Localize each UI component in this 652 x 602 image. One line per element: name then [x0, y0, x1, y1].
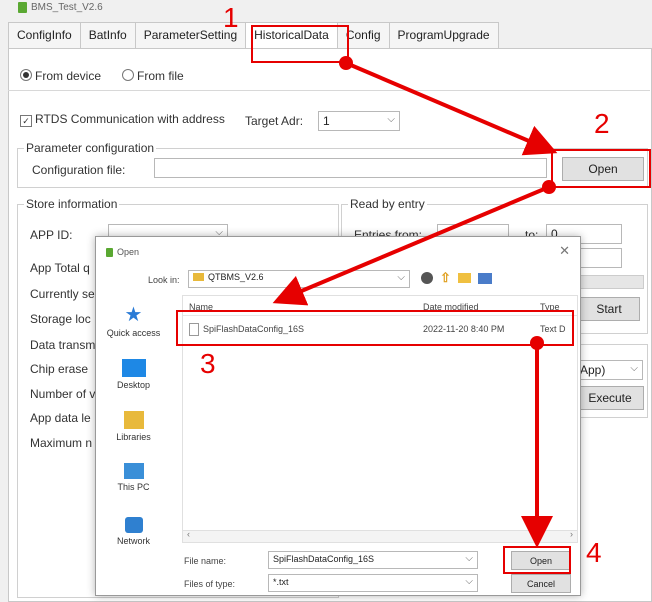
arrow-2-to-3	[272, 185, 550, 306]
arrow-dot	[542, 180, 556, 194]
arrow-dot	[530, 336, 544, 350]
arrow-1-to-2	[345, 61, 558, 156]
arrow-dot	[339, 56, 353, 70]
annotation-arrows	[272, 56, 558, 548]
